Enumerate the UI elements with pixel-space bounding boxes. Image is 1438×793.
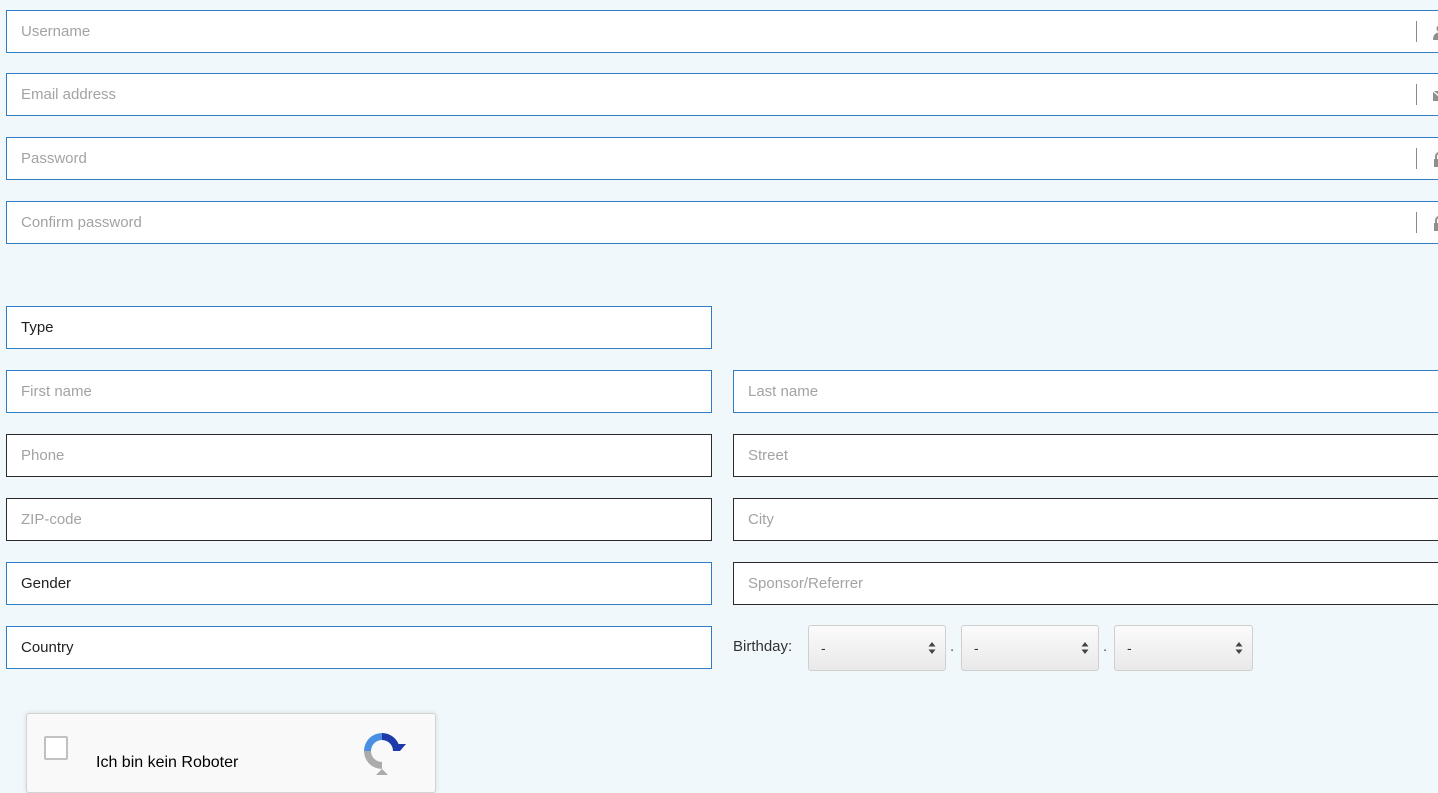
username-input[interactable] (7, 11, 1438, 52)
recaptcha-label: Ich bin kein Roboter (96, 753, 238, 773)
birthday-month-select[interactable]: - (961, 625, 1099, 671)
zip-code-field[interactable] (6, 498, 712, 541)
lock-icon (1433, 215, 1438, 231)
gender-select-label: Gender (21, 563, 71, 604)
birthday-separator: . (1103, 637, 1107, 657)
city-field[interactable] (733, 498, 1438, 541)
birthday-separator: . (950, 637, 954, 657)
user-icon (1433, 24, 1438, 40)
lock-icon (1433, 151, 1438, 167)
confirm-password-field[interactable] (6, 201, 1438, 244)
zip-code-input[interactable] (7, 499, 711, 540)
street-input[interactable] (734, 435, 1438, 476)
first-name-field[interactable] (6, 370, 712, 413)
birthday-month-value: - (974, 626, 979, 670)
birthday-year-value: - (1127, 626, 1132, 670)
street-field[interactable] (733, 434, 1438, 477)
select-arrows-icon (928, 641, 936, 655)
recaptcha-checkbox[interactable] (44, 736, 68, 760)
recaptcha-widget: Ich bin kein Roboter (26, 713, 436, 793)
icon-separator (1416, 212, 1417, 233)
birthday-day-select[interactable]: - (808, 625, 946, 671)
city-input[interactable] (734, 499, 1438, 540)
birthday-day-value: - (821, 626, 826, 670)
first-name-input[interactable] (7, 371, 711, 412)
password-input[interactable] (7, 138, 1438, 179)
email-input[interactable] (7, 74, 1438, 115)
email-field[interactable] (6, 73, 1438, 116)
type-select[interactable]: Type (6, 306, 712, 349)
phone-input[interactable] (7, 435, 711, 476)
birthday-year-select[interactable]: - (1114, 625, 1253, 671)
last-name-field[interactable] (733, 370, 1438, 413)
sponsor-referrer-input[interactable] (734, 563, 1438, 604)
icon-separator (1416, 21, 1417, 42)
country-select-label: Country (21, 627, 74, 668)
envelope-icon (1433, 87, 1438, 103)
last-name-input[interactable] (734, 371, 1438, 412)
select-arrows-icon (1081, 641, 1089, 655)
birthday-label: Birthday: (733, 637, 792, 657)
select-arrows-icon (1235, 641, 1243, 655)
country-select[interactable]: Country (6, 626, 712, 669)
icon-separator (1416, 148, 1417, 169)
confirm-password-input[interactable] (7, 202, 1438, 243)
sponsor-referrer-field[interactable] (733, 562, 1438, 605)
icon-separator (1416, 84, 1417, 105)
type-select-label: Type (21, 307, 54, 348)
gender-select[interactable]: Gender (6, 562, 712, 605)
password-field[interactable] (6, 137, 1438, 180)
phone-field[interactable] (6, 434, 712, 477)
username-field[interactable] (6, 10, 1438, 53)
recaptcha-logo (357, 726, 407, 776)
